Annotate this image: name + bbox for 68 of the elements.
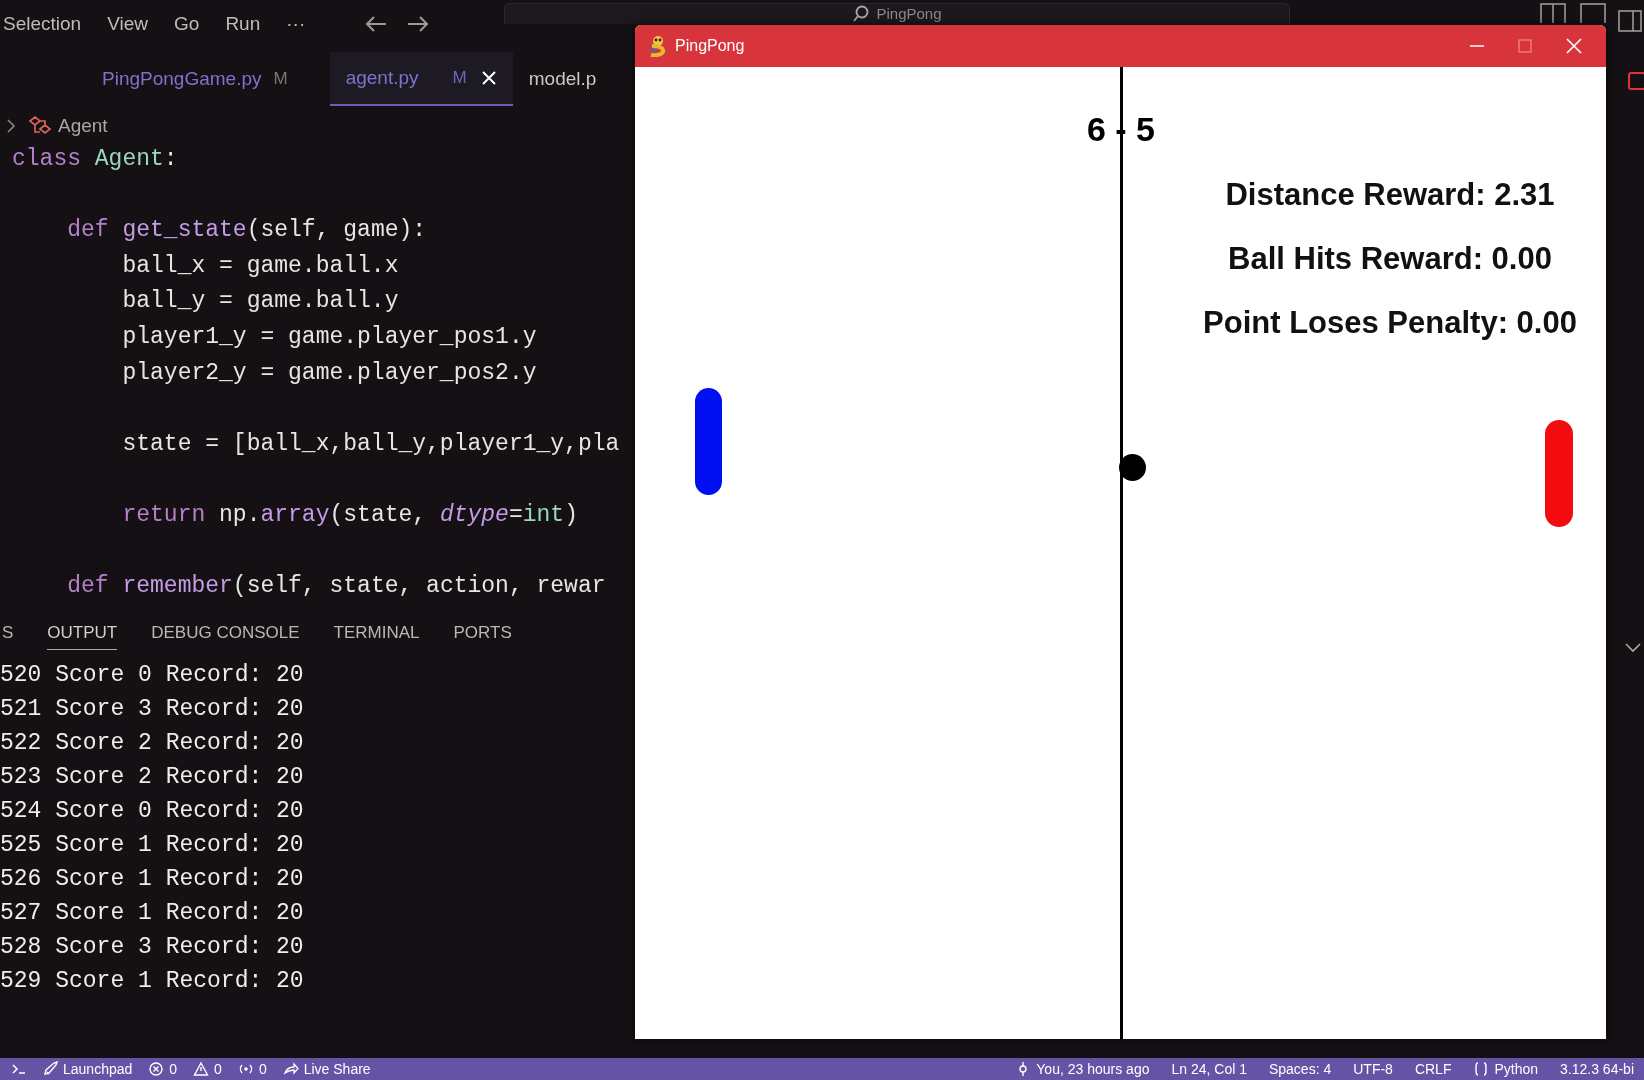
code-line: player2_y = game.player_pos2.y [121, 358, 537, 388]
panel-tab[interactable]: DEBUG CONSOLE [151, 619, 300, 650]
chevron-right-icon[interactable] [6, 118, 16, 134]
stat-text: Distance Reward: 2.31 [1225, 176, 1555, 214]
code-line: ball_y = game.ball.y [121, 287, 399, 317]
warning-icon [193, 1061, 210, 1077]
status-item[interactable]: Ln 24, Col 1 [1171, 1060, 1247, 1078]
status-item[interactable]: 3.12.3 64-bi [1560, 1060, 1634, 1078]
status-item[interactable]: CRLF [1414, 1060, 1452, 1078]
window-title: PingPong [675, 36, 745, 56]
stat-text: Ball Hits Reward: 0.00 [1228, 240, 1552, 278]
output-line: 520 Score 0 Record: 20 [0, 661, 304, 690]
output-line: 528 Score 3 Record: 20 [0, 933, 304, 962]
panel-tab[interactable]: PORTS [453, 619, 512, 650]
output-line: 522 Score 2 Record: 20 [0, 729, 304, 758]
code-line: def get_state(self, game): [66, 216, 427, 246]
code-line: def remember(self, state, action, rewar [66, 572, 606, 602]
layout-icon[interactable] [1540, 3, 1566, 23]
status-item[interactable]: UTF-8 [1353, 1060, 1393, 1078]
snake-app-icon [647, 35, 667, 57]
status-item[interactable]: Live Share [303, 1060, 371, 1078]
output-line: 521 Score 3 Record: 20 [0, 695, 304, 724]
back-arrow-icon[interactable] [365, 15, 388, 33]
output-line: 525 Score 1 Record: 20 [0, 831, 304, 860]
error-icon [148, 1061, 165, 1077]
stop-icon[interactable] [1628, 72, 1644, 90]
code-line: return np.array(state, dtype=int) [121, 500, 578, 530]
forward-arrow-icon[interactable] [407, 15, 430, 33]
menu-item[interactable]: Go [174, 9, 200, 39]
editor-tab[interactable]: model.p [516, 52, 609, 106]
search-placeholder: PingPong [876, 5, 942, 24]
search-field[interactable]: PingPong [504, 3, 1290, 24]
panel-tab[interactable]: TERMINAL [333, 619, 420, 650]
panel-layout-icon[interactable] [1580, 3, 1606, 23]
code-line: ball_x = game.ball.x [121, 251, 399, 281]
code-line: player1_y = game.player_pos1.y [121, 322, 537, 352]
output-line: 529 Score 1 Record: 20 [0, 967, 304, 996]
code-line: class Agent: [12, 145, 178, 174]
panel-tab[interactable]: OUTPUT [47, 619, 118, 650]
status-item[interactable]: Python [1494, 1060, 1539, 1078]
editor-tab[interactable]: PingPongGame.py M [90, 52, 300, 106]
menu-item[interactable]: View [107, 9, 148, 39]
class-symbol-icon [28, 115, 52, 137]
close-icon[interactable] [480, 70, 497, 86]
menu-item[interactable]: Run [225, 9, 261, 39]
status-item[interactable]: You, 23 hours ago [1036, 1060, 1150, 1078]
share-arrow-icon [282, 1061, 299, 1077]
remote-icon [10, 1061, 26, 1077]
status-item[interactable]: Spaces: 4 [1268, 1060, 1332, 1078]
output-line: 523 Score 2 Record: 20 [0, 763, 304, 792]
menu-item[interactable]: ··· [286, 9, 306, 39]
braces-icon [1473, 1061, 1490, 1077]
status-item[interactable]: 0 [214, 1060, 222, 1078]
code-line: state = [ball_x,ball_y,player1_y,pla [121, 429, 620, 459]
menu-item[interactable]: Selection [3, 9, 82, 39]
editor-tab[interactable]: agent.py M [329, 52, 513, 106]
breadcrumb-item[interactable]: Agent [58, 111, 108, 141]
output-line: 524 Score 0 Record: 20 [0, 797, 304, 826]
status-item[interactable]: Launchpad [63, 1060, 133, 1078]
chevron-down-icon[interactable] [1624, 642, 1642, 654]
search-icon [852, 5, 871, 23]
stat-text: Point Loses Penalty: 0.00 [1203, 304, 1577, 342]
status-item[interactable]: 0 [258, 1060, 267, 1078]
sidebar-layout-icon[interactable] [1618, 10, 1642, 32]
output-line: 526 Score 1 Record: 20 [0, 865, 304, 894]
output-line: 527 Score 1 Record: 20 [0, 899, 304, 928]
status-item[interactable]: 0 [169, 1060, 178, 1078]
panel-tab[interactable]: S [2, 619, 14, 650]
